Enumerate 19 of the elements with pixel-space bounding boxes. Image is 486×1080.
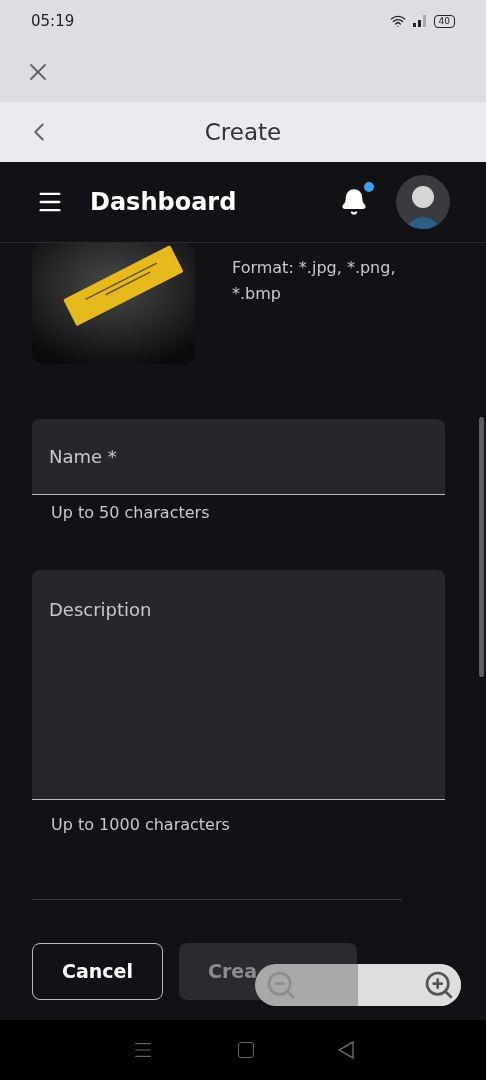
zoom-out-icon <box>265 969 297 1001</box>
battery-icon: 40 <box>433 14 455 28</box>
browser-title: Create <box>204 117 282 147</box>
home-icon[interactable] <box>238 1042 254 1058</box>
status-time: 05:19 <box>31 10 75 32</box>
name-field[interactable]: Name * <box>32 419 445 495</box>
bell-icon <box>340 188 368 216</box>
back-icon[interactable] <box>338 1041 354 1059</box>
avatar-button[interactable] <box>396 175 450 229</box>
app-title: Dashboard <box>90 187 237 218</box>
description-field[interactable]: Description <box>32 570 445 800</box>
signal-icon <box>411 15 428 27</box>
helper-text: Up to 1000 characters <box>51 815 230 834</box>
zoom-in-icon <box>423 969 455 1001</box>
wifi-icon <box>389 13 406 29</box>
format-hint: Format: *.jpg, *.png, *.bmp <box>232 257 397 305</box>
cancel-button[interactable]: Cancel <box>32 943 163 1000</box>
helper-text: Up to 50 characters <box>51 503 210 522</box>
zoom-in-button[interactable] <box>358 964 461 1006</box>
